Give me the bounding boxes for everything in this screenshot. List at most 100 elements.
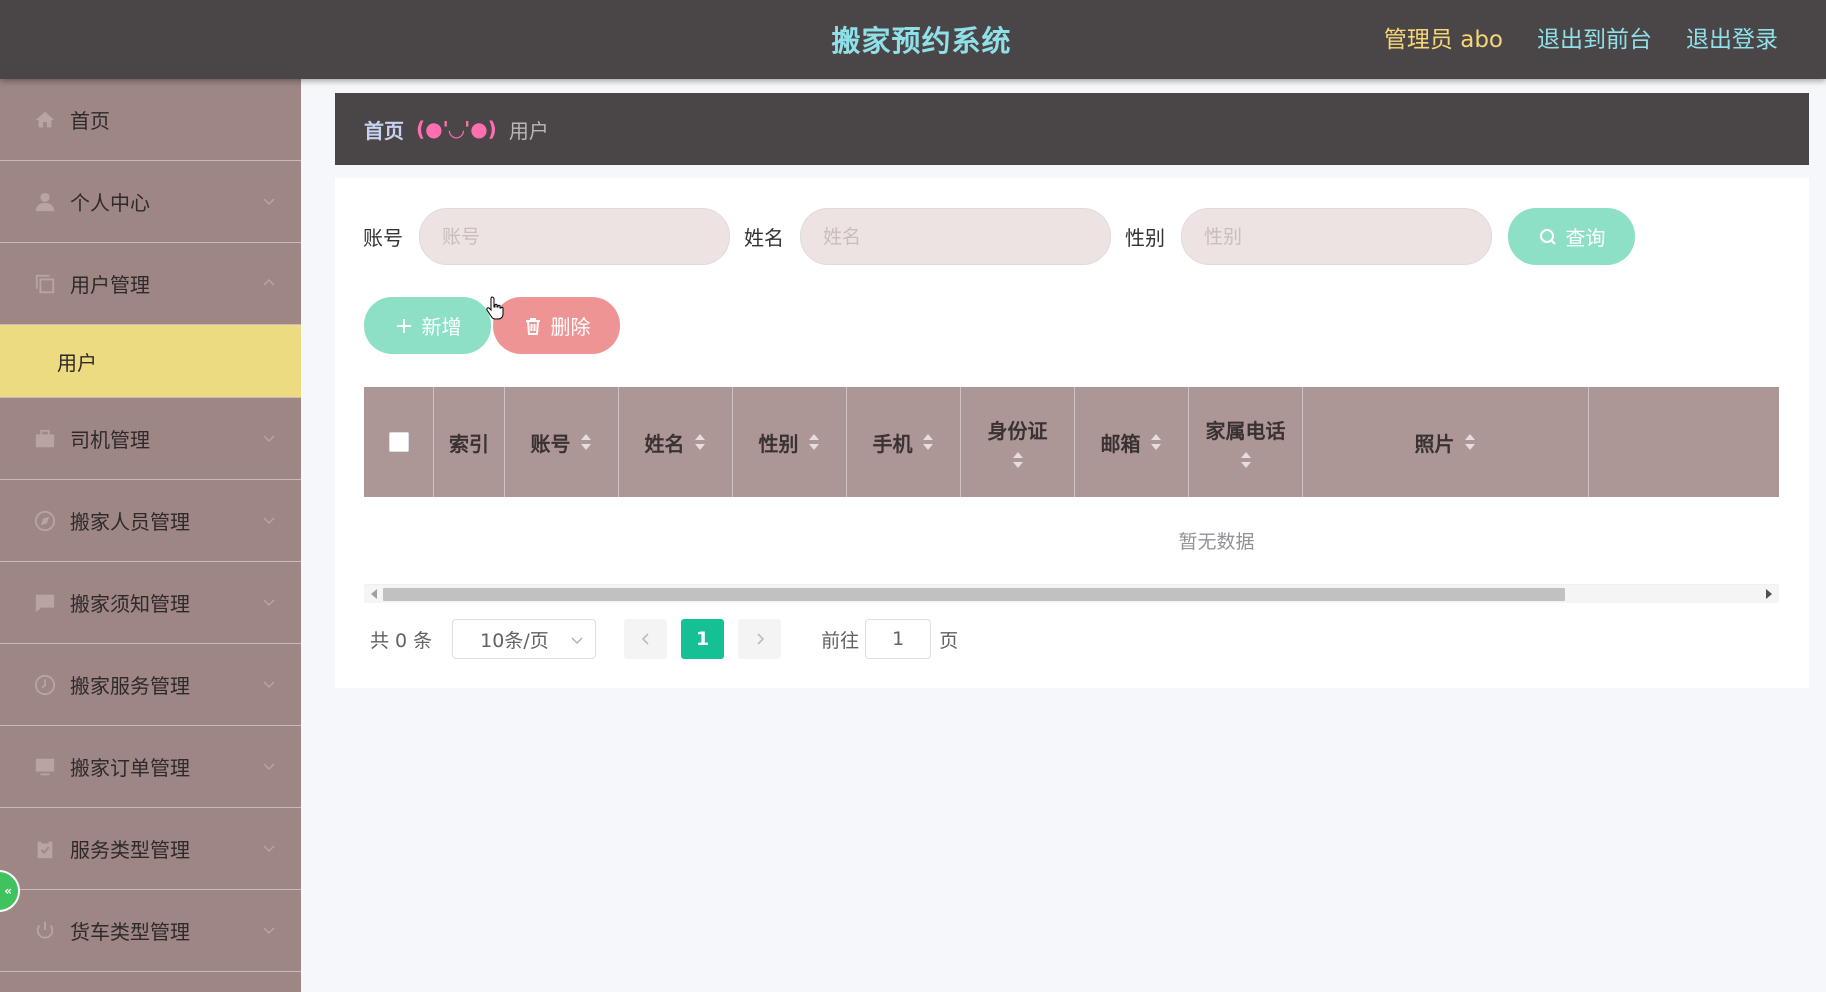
- sidebar-item-personal-center[interactable]: 个人中心: [0, 161, 301, 243]
- goto-page-input[interactable]: [865, 619, 932, 659]
- search-icon: [1539, 228, 1556, 245]
- exit-to-front-link[interactable]: 退出到前台: [1537, 20, 1652, 54]
- column-header-email[interactable]: 邮箱: [1075, 387, 1189, 497]
- name-label: 姓名: [744, 226, 784, 250]
- goto-label: 前往: [821, 629, 860, 652]
- logout-link[interactable]: 退出登录: [1686, 20, 1778, 54]
- sidebar-item-label: 货车类型管理: [70, 920, 190, 944]
- select-all-checkbox[interactable]: [388, 432, 409, 452]
- horizontal-scrollbar[interactable]: [364, 585, 1779, 603]
- sort-icon[interactable]: [579, 432, 593, 452]
- breadcrumb-separator: (●'◡'●): [416, 117, 497, 141]
- query-button-label: 查询: [1565, 226, 1606, 250]
- goto-suffix: 页: [939, 629, 959, 652]
- delete-button[interactable]: 删除: [493, 297, 620, 354]
- monitor-icon: [34, 756, 56, 778]
- prev-page-button[interactable]: [624, 619, 668, 659]
- total-count: 共 0 条: [370, 629, 433, 652]
- sort-icon[interactable]: [921, 432, 935, 452]
- sidebar: 首页 个人中心 用户管理 用户 司机管理 搬家人员管理 搬家须知管理 搬家服务管…: [0, 79, 301, 992]
- scroll-left-arrow[interactable]: [371, 589, 377, 599]
- column-header-actions: [1589, 387, 1779, 497]
- gender-input[interactable]: [1181, 208, 1492, 265]
- chevron-down-icon: [263, 517, 275, 525]
- delete-button-label: 删除: [550, 315, 591, 339]
- chevron-down-icon: [571, 637, 583, 645]
- clipboard-icon: [34, 838, 56, 860]
- account-label: 账号: [363, 226, 403, 250]
- pagination: 共 0 条 10条/页 1 前往 页: [370, 619, 958, 659]
- sidebar-item-label: 司机管理: [70, 428, 150, 452]
- chevron-up-icon: [263, 278, 275, 286]
- gender-label: 性别: [1125, 226, 1165, 250]
- compass-icon: [34, 510, 56, 532]
- breadcrumb-home[interactable]: 首页: [364, 115, 404, 144]
- main-panel: 账号 姓名 性别 查询 新增 删除 索引 账号: [335, 178, 1809, 688]
- sidebar-item-user-management[interactable]: 用户管理: [0, 243, 301, 325]
- name-input[interactable]: [800, 208, 1111, 265]
- table-empty-text: 暂无数据: [364, 497, 1779, 585]
- sidebar-item-label: 用户管理: [70, 273, 150, 297]
- sidebar-item-mover-management[interactable]: 搬家人员管理: [0, 480, 301, 562]
- sidebar-item-service-management[interactable]: 搬家服务管理: [0, 644, 301, 726]
- top-bar: 搬家预约系统 管理员 abo 退出到前台 退出登录: [0, 0, 1826, 79]
- sort-icon[interactable]: [807, 432, 821, 452]
- page-size-select[interactable]: 10条/页: [452, 619, 597, 659]
- sort-icon[interactable]: [693, 432, 707, 452]
- sidebar-item-driver-management[interactable]: 司机管理: [0, 398, 301, 480]
- user-icon: [34, 191, 56, 213]
- chevron-down-icon: [263, 845, 275, 853]
- sidebar-item-label: 搬家服务管理: [70, 674, 190, 698]
- home-icon: [34, 109, 56, 131]
- chevron-down-icon: [263, 435, 275, 443]
- power-icon: [34, 920, 56, 942]
- sidebar-item-service-type-management[interactable]: 服务类型管理: [0, 808, 301, 890]
- column-header-family-phone[interactable]: 家属电话: [1189, 387, 1303, 497]
- column-header-account[interactable]: 账号: [505, 387, 619, 497]
- sidebar-item-notice-management[interactable]: 搬家须知管理: [0, 562, 301, 644]
- sidebar-item-label: 搬家订单管理: [70, 756, 190, 780]
- top-right-links: 管理员 abo 退出到前台 退出登录: [1384, 20, 1778, 54]
- chevron-right-icon: [757, 633, 764, 645]
- chat-icon: [34, 592, 56, 614]
- column-header-photo[interactable]: 照片: [1303, 387, 1589, 497]
- sidebar-subitem-users[interactable]: 用户: [0, 325, 301, 398]
- chevron-down-icon: [263, 681, 275, 689]
- account-input[interactable]: [419, 208, 730, 265]
- column-header-gender[interactable]: 性别: [733, 387, 847, 497]
- table-header: 索引 账号 姓名 性别 手机 身份证 邮箱 家属电话 照片: [364, 387, 1779, 497]
- sort-icon[interactable]: [1463, 432, 1477, 452]
- chevron-down-icon: [263, 763, 275, 771]
- sidebar-item-home[interactable]: 首页: [0, 79, 301, 161]
- sort-icon[interactable]: [1011, 450, 1025, 470]
- next-page-button[interactable]: [738, 619, 782, 659]
- sidebar-item-label: 搬家须知管理: [70, 592, 190, 616]
- sort-icon[interactable]: [1149, 432, 1163, 452]
- page-number-button[interactable]: 1: [681, 619, 725, 659]
- plus-icon: [396, 318, 411, 333]
- sidebar-item-order-management[interactable]: 搬家订单管理: [0, 726, 301, 808]
- sidebar-item-label: 搬家人员管理: [70, 510, 190, 534]
- query-button[interactable]: 查询: [1508, 208, 1635, 265]
- scrollbar-thumb[interactable]: [383, 588, 1565, 601]
- column-header-name[interactable]: 姓名: [619, 387, 733, 497]
- breadcrumb-current: 用户: [508, 118, 549, 143]
- sidebar-item-label: 个人中心: [70, 191, 150, 215]
- sort-icon[interactable]: [1239, 450, 1253, 470]
- column-header-phone[interactable]: 手机: [847, 387, 961, 497]
- user-table: 索引 账号 姓名 性别 手机 身份证 邮箱 家属电话 照片 暂无数据: [364, 387, 1779, 603]
- chevron-down-icon: [263, 198, 275, 206]
- chevron-down-icon: [263, 927, 275, 935]
- sidebar-item-label: 服务类型管理: [70, 838, 190, 862]
- sidebar-item-truck-type-management[interactable]: 货车类型管理: [0, 890, 301, 972]
- chevron-down-icon: [263, 599, 275, 607]
- column-header-index: 索引: [434, 387, 505, 497]
- briefcase-icon: [34, 428, 56, 450]
- clock-icon: [34, 674, 56, 696]
- scroll-right-arrow[interactable]: [1766, 589, 1772, 599]
- copy-icon: [34, 273, 56, 295]
- hand-cursor-icon: [486, 296, 504, 320]
- trash-icon: [525, 317, 540, 335]
- column-header-id-card[interactable]: 身份证: [961, 387, 1075, 497]
- add-button[interactable]: 新增: [364, 297, 491, 354]
